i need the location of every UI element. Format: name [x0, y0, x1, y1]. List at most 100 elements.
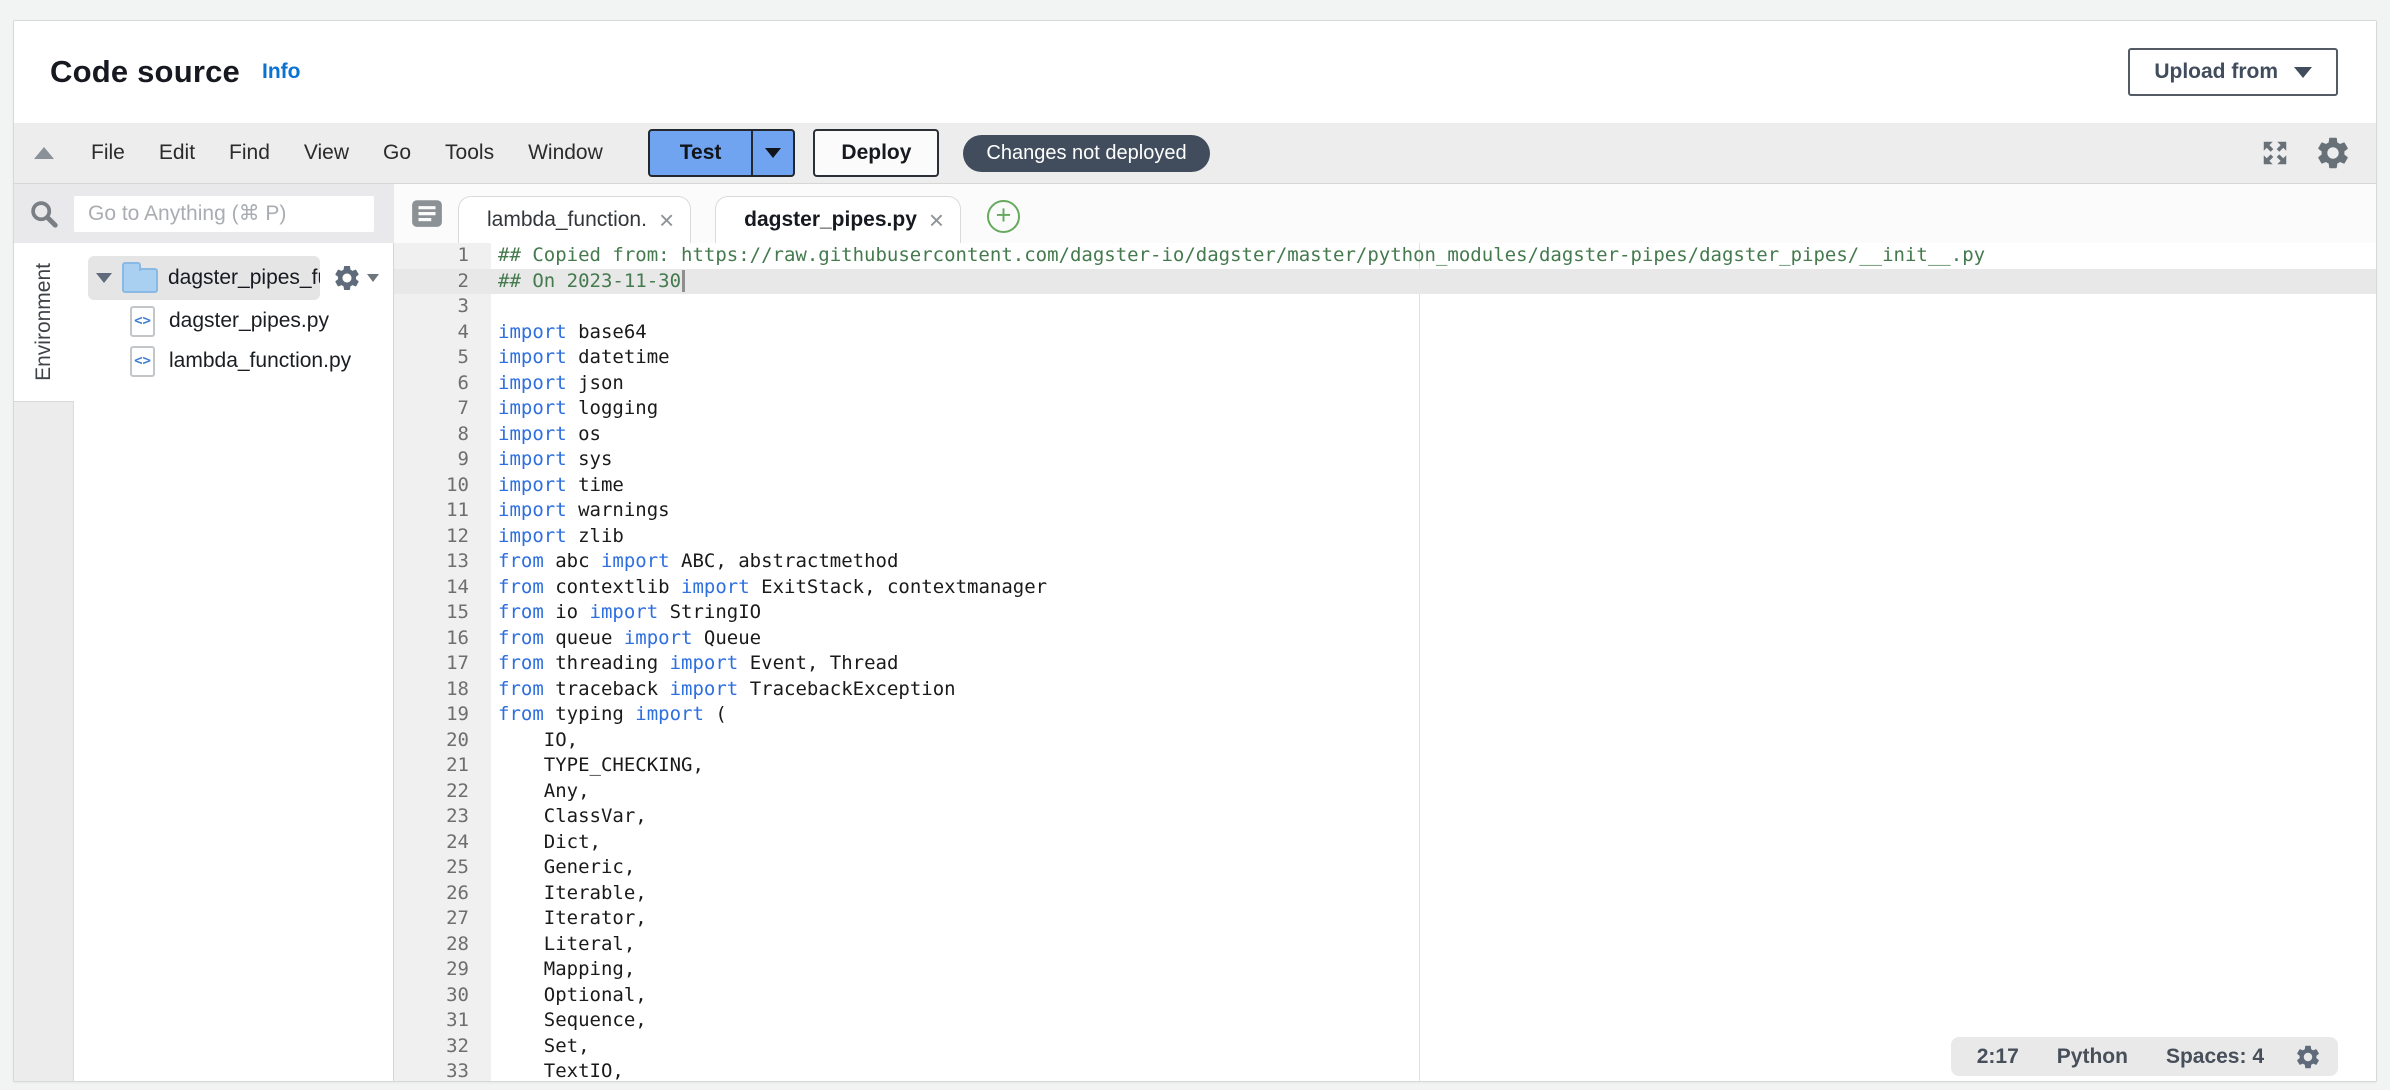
code-text: Set,	[491, 1034, 590, 1060]
line-number: 7	[394, 396, 491, 422]
menu-item-file[interactable]: File	[74, 141, 142, 165]
code-line-7[interactable]: 7import logging	[394, 396, 2376, 422]
tree-file-dagster_pipes.py[interactable]: <>dagster_pipes.py	[88, 301, 393, 341]
code-editor[interactable]: 1## Copied from: https://raw.githubuserc…	[394, 243, 2376, 1081]
code-text: from abc import ABC, abstractmethod	[491, 549, 898, 575]
new-tab-button[interactable]: +	[987, 200, 1020, 233]
line-number: 32	[394, 1034, 491, 1060]
editor-settings-gear-icon[interactable]	[2294, 1043, 2322, 1071]
code-line-29[interactable]: 29 Mapping,	[394, 957, 2376, 983]
folder-expand-caret-icon[interactable]	[96, 273, 112, 283]
menu-item-window[interactable]: Window	[511, 141, 620, 165]
tab-bar: lambda_function.×dagster_pipes.py× +	[394, 184, 2376, 243]
code-line-1[interactable]: 1## Copied from: https://raw.githubuserc…	[394, 243, 2376, 269]
fullscreen-expand-icon[interactable]	[2260, 138, 2290, 168]
environment-strip: Environment	[14, 243, 74, 1081]
go-to-anything-input[interactable]	[74, 196, 374, 232]
collapse-panel-button[interactable]	[14, 147, 74, 159]
code-line-11[interactable]: 11import warnings	[394, 498, 2376, 524]
code-line-15[interactable]: 15from io import StringIO	[394, 600, 2376, 626]
code-line-21[interactable]: 21 TYPE_CHECKING,	[394, 753, 2376, 779]
test-button-label[interactable]: Test	[650, 131, 752, 175]
code-line-30[interactable]: 30 Optional,	[394, 983, 2376, 1009]
code-text: Mapping,	[491, 957, 635, 983]
line-number: 16	[394, 626, 491, 652]
editor-tab-lambda_function[interactable]: lambda_function. ×	[458, 196, 691, 243]
ide-menu-bar: FileEditFindViewGoToolsWindow Test Deplo…	[14, 123, 2376, 184]
code-text: import os	[491, 422, 601, 448]
tab-label: lambda_function.	[487, 208, 647, 232]
settings-gear-icon[interactable]	[2314, 134, 2352, 172]
code-line-24[interactable]: 24 Dict,	[394, 830, 2376, 856]
language-mode[interactable]: Python	[2057, 1045, 2128, 1069]
tree-settings-gear-icon[interactable]	[332, 263, 379, 293]
editor-status-bar: 2:17 Python Spaces: 4	[1951, 1037, 2338, 1076]
info-link[interactable]: Info	[262, 60, 300, 84]
tab-close-icon[interactable]: ×	[659, 207, 674, 233]
card-header: Code source Info Upload from	[14, 21, 2376, 123]
code-line-26[interactable]: 26 Iterable,	[394, 881, 2376, 907]
upload-from-button[interactable]: Upload from	[2128, 48, 2338, 96]
environment-tab[interactable]: Environment	[14, 243, 74, 401]
editor-tab-dagster_pipes.py[interactable]: dagster_pipes.py×	[715, 196, 961, 243]
search-row	[14, 184, 394, 243]
sidebar-rail	[14, 401, 74, 1081]
menu-item-go[interactable]: Go	[366, 141, 428, 165]
code-line-14[interactable]: 14from contextlib import ExitStack, cont…	[394, 575, 2376, 601]
code-text: from typing import (	[491, 702, 727, 728]
code-line-23[interactable]: 23 ClassVar,	[394, 804, 2376, 830]
code-line-4[interactable]: 4import base64	[394, 320, 2376, 346]
line-number: 10	[394, 473, 491, 499]
code-text: Dict,	[491, 830, 601, 856]
menu-item-tools[interactable]: Tools	[428, 141, 511, 165]
tree-folder-selected[interactable]: dagster_pipes_funct	[88, 256, 320, 300]
code-line-28[interactable]: 28 Literal,	[394, 932, 2376, 958]
code-line-25[interactable]: 25 Generic,	[394, 855, 2376, 881]
open-files-list-icon[interactable]	[410, 197, 444, 234]
code-line-22[interactable]: 22 Any,	[394, 779, 2376, 805]
code-line-6[interactable]: 6import json	[394, 371, 2376, 397]
code-line-17[interactable]: 17from threading import Event, Thread	[394, 651, 2376, 677]
tree-file-lambda_function.py[interactable]: <>lambda_function.py	[88, 341, 393, 381]
cursor-position[interactable]: 2:17	[1977, 1045, 2019, 1069]
code-text: import logging	[491, 396, 658, 422]
code-line-27[interactable]: 27 Iterator,	[394, 906, 2376, 932]
code-line-19[interactable]: 19from typing import (	[394, 702, 2376, 728]
menu-item-view[interactable]: View	[287, 141, 366, 165]
python-file-icon: <>	[130, 346, 155, 377]
line-number: 6	[394, 371, 491, 397]
code-text: from traceback import TracebackException	[491, 677, 956, 703]
deploy-button[interactable]: Deploy	[813, 129, 939, 177]
tab-close-icon[interactable]: ×	[929, 207, 944, 233]
code-line-5[interactable]: 5import datetime	[394, 345, 2376, 371]
code-line-9[interactable]: 9import sys	[394, 447, 2376, 473]
code-line-16[interactable]: 16from queue import Queue	[394, 626, 2376, 652]
code-text: TYPE_CHECKING,	[491, 753, 704, 779]
line-number: 17	[394, 651, 491, 677]
test-dropdown-button[interactable]	[751, 131, 793, 175]
indentation-setting[interactable]: Spaces: 4	[2166, 1045, 2264, 1069]
code-text: import sys	[491, 447, 612, 473]
code-line-2[interactable]: 2## On 2023-11-30	[394, 269, 2376, 295]
code-line-3[interactable]: 3	[394, 294, 2376, 320]
code-line-13[interactable]: 13from abc import ABC, abstractmethod	[394, 549, 2376, 575]
line-number: 20	[394, 728, 491, 754]
menu-items: FileEditFindViewGoToolsWindow	[74, 141, 620, 165]
line-number: 28	[394, 932, 491, 958]
tree-folder-row: dagster_pipes_funct	[88, 255, 393, 301]
code-line-8[interactable]: 8import os	[394, 422, 2376, 448]
search-icon[interactable]	[14, 199, 74, 229]
code-text: import time	[491, 473, 624, 499]
line-number: 14	[394, 575, 491, 601]
line-number: 11	[394, 498, 491, 524]
code-line-10[interactable]: 10import time	[394, 473, 2376, 499]
menu-item-edit[interactable]: Edit	[142, 141, 212, 165]
menu-item-find[interactable]: Find	[212, 141, 287, 165]
line-number: 2	[394, 269, 491, 295]
code-line-12[interactable]: 12import zlib	[394, 524, 2376, 550]
code-line-31[interactable]: 31 Sequence,	[394, 1008, 2376, 1034]
code-line-20[interactable]: 20 IO,	[394, 728, 2376, 754]
code-line-18[interactable]: 18from traceback import TracebackExcepti…	[394, 677, 2376, 703]
line-number: 3	[394, 294, 491, 320]
test-split-button[interactable]: Test	[648, 129, 796, 177]
